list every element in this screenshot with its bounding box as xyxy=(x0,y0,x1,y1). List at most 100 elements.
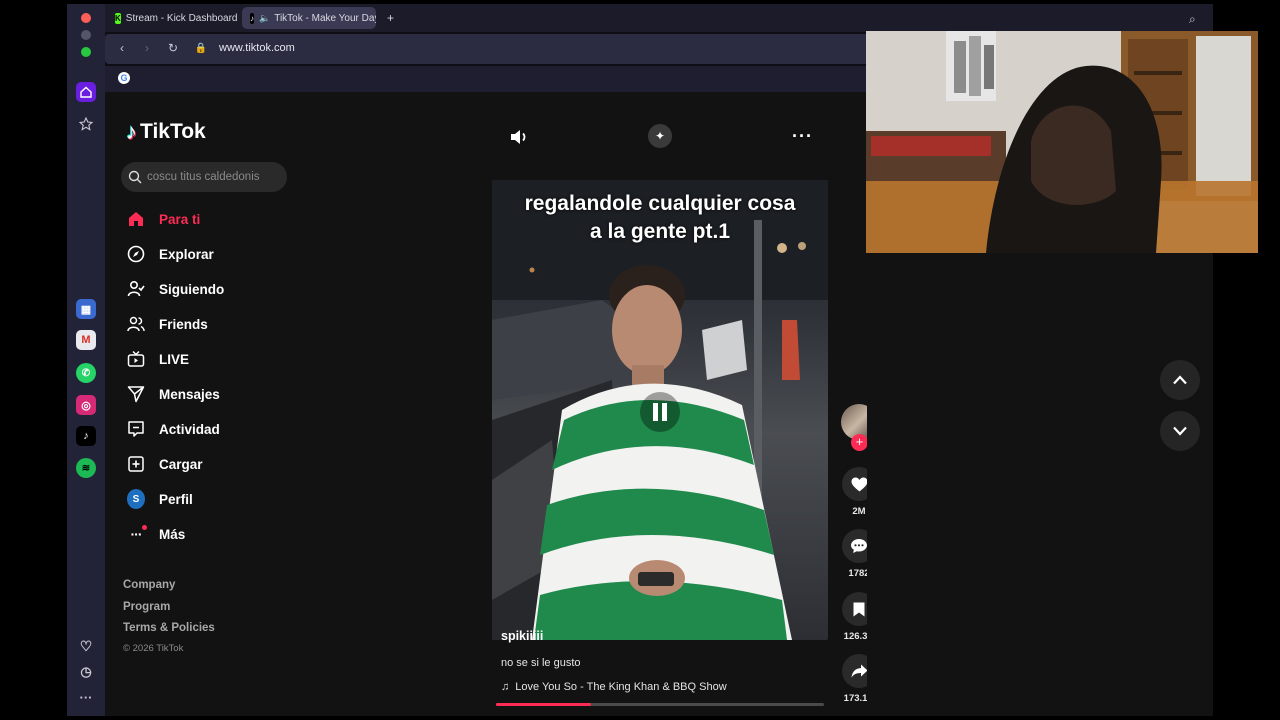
speaker-icon: 🔈 xyxy=(259,12,271,23)
tiktok-icon: ♪ xyxy=(250,12,254,24)
video-caption-overlay: regalandole cualquier cosa a la gente pt… xyxy=(492,190,828,246)
screen: ▦ M ✆ ◎ ♪ ≋ ♡ ◷ ··· K Stream - Kick Dash… xyxy=(0,0,1280,720)
spotify-app-icon[interactable]: ≋ xyxy=(76,458,96,478)
history-icon[interactable]: ◷ xyxy=(76,662,96,682)
search-input[interactable]: coscu titus caldedonis xyxy=(121,162,287,192)
home-icon[interactable] xyxy=(76,82,96,102)
nav-label: Más xyxy=(159,526,186,542)
pause-button[interactable] xyxy=(640,392,680,432)
maximize-window-button[interactable] xyxy=(81,47,91,57)
previous-video-button[interactable] xyxy=(1160,360,1200,400)
instagram-app-icon[interactable]: ◎ xyxy=(76,395,96,415)
whatsapp-app-icon[interactable]: ✆ xyxy=(76,363,96,383)
tab-label: TikTok - Make Your Day xyxy=(274,12,376,24)
music-note-icon: ♫ xyxy=(501,681,510,693)
webcam-feed xyxy=(866,31,1258,253)
google-icon[interactable]: G xyxy=(118,72,130,84)
nav-explore[interactable]: Explorar xyxy=(127,241,214,267)
send-icon xyxy=(127,385,145,403)
nav-label: Actividad xyxy=(159,421,220,437)
nav-upload[interactable]: Cargar xyxy=(127,451,203,477)
browser-sidebar: ▦ M ✆ ◎ ♪ ≋ ♡ ◷ ··· xyxy=(67,4,105,716)
heart-icon[interactable]: ♡ xyxy=(76,636,96,656)
nav-activity[interactable]: Actividad xyxy=(127,416,220,442)
pause-icon xyxy=(653,403,667,421)
sparkle-icon[interactable]: ✦ xyxy=(648,124,672,148)
avatar-initial: S xyxy=(127,489,145,509)
nav-live[interactable]: LIVE xyxy=(127,346,189,372)
url-field[interactable]: www.tiktok.com xyxy=(219,42,295,54)
calendar-app-icon[interactable]: ▦ xyxy=(76,299,96,319)
tab-kick-dashboard[interactable]: K Stream - Kick Dashboard xyxy=(107,7,237,29)
new-tab-button[interactable]: + xyxy=(382,7,402,29)
bookmarks-bar: G xyxy=(105,66,867,92)
reload-icon[interactable]: ↻ xyxy=(166,41,180,55)
nav-label: LIVE xyxy=(159,351,190,367)
volume-icon[interactable] xyxy=(508,126,530,153)
music-title: Love You So - The King Khan & BBQ Show xyxy=(515,681,727,693)
kick-icon: K xyxy=(115,12,121,24)
search-icon xyxy=(128,170,142,184)
more-options-icon[interactable]: ··· xyxy=(792,126,813,147)
tab-label: Stream - Kick Dashboard xyxy=(125,12,237,24)
address-bar: ‹ › ↻ 🔒 www.tiktok.com xyxy=(105,34,867,64)
nav-profile[interactable]: S Perfil xyxy=(127,486,193,512)
nav-more[interactable]: ··· Más xyxy=(127,521,185,547)
nav-for-you[interactable]: Para ti xyxy=(127,206,200,232)
chevron-up-icon xyxy=(1173,375,1187,385)
tab-tiktok[interactable]: ♪ 🔈 TikTok - Make Your Day xyxy=(242,7,376,29)
video-player[interactable]: regalandole cualquier cosa a la gente pt… xyxy=(492,180,828,640)
live-tv-icon xyxy=(127,350,145,368)
nav-friends[interactable]: Friends xyxy=(127,311,208,337)
footer-company-link[interactable]: Company xyxy=(123,579,175,591)
nav-label: Perfil xyxy=(159,491,193,507)
video-progress-track[interactable] xyxy=(496,703,824,706)
nav-label: Mensajes xyxy=(159,386,220,402)
activity-icon xyxy=(127,420,145,438)
video-author[interactable]: spikiiiii xyxy=(501,629,543,643)
compass-icon xyxy=(127,245,145,263)
footer-terms-link[interactable]: Terms & Policies xyxy=(123,622,215,634)
minimize-window-button[interactable] xyxy=(81,30,91,40)
tiktok-logo[interactable]: ♪ TikTok xyxy=(126,119,206,145)
tab-bar: K Stream - Kick Dashboard ♪ 🔈 TikTok - M… xyxy=(105,4,1213,32)
forward-icon[interactable]: › xyxy=(140,41,154,55)
video-progress-fill xyxy=(496,703,592,706)
copyright: © 2026 TikTok xyxy=(123,643,184,654)
star-icon[interactable] xyxy=(76,114,96,134)
upload-icon xyxy=(127,455,145,473)
video-description: no se si le gusto xyxy=(501,657,581,669)
nav-label: Friends xyxy=(159,316,208,332)
next-video-button[interactable] xyxy=(1160,411,1200,451)
more-icon[interactable]: ··· xyxy=(76,687,96,707)
close-window-button[interactable] xyxy=(81,13,91,23)
gmail-app-icon[interactable]: M xyxy=(76,330,96,350)
nav-label: Explorar xyxy=(159,246,214,262)
notification-dot xyxy=(142,525,147,530)
nav-label: Cargar xyxy=(159,456,203,472)
search-tabs-icon[interactable]: ⌕ xyxy=(1189,12,1196,27)
nav-label: Siguiendo xyxy=(159,281,225,297)
tiktok-page: ♪ TikTok coscu titus caldedonis Para ti … xyxy=(105,92,877,716)
search-text: coscu titus caldedonis xyxy=(147,171,260,183)
back-icon[interactable]: ‹ xyxy=(115,41,129,55)
avatar: S xyxy=(127,489,145,509)
nav-messages[interactable]: Mensajes xyxy=(127,381,220,407)
tiktok-app-icon[interactable]: ♪ xyxy=(76,426,96,446)
footer-program-link[interactable]: Program xyxy=(123,601,170,613)
more-dots-icon: ··· xyxy=(127,525,147,543)
friends-icon xyxy=(127,315,145,333)
video-music[interactable]: ♫ Love You So - The King Khan & BBQ Show xyxy=(501,681,727,693)
nav-label: Para ti xyxy=(159,211,201,227)
overlay-line-2: a la gente pt.1 xyxy=(589,220,731,243)
webcam-overlay xyxy=(866,31,1258,253)
brand-name: TikTok xyxy=(140,120,206,143)
home-icon xyxy=(127,210,145,228)
lock-icon: 🔒 xyxy=(194,42,208,54)
chevron-down-icon xyxy=(1173,426,1187,436)
nav-following[interactable]: Siguiendo xyxy=(127,276,224,302)
following-icon xyxy=(127,280,145,298)
follow-plus-icon[interactable]: + xyxy=(851,434,868,451)
overlay-line-1: regalandole cualquier cosa xyxy=(524,192,796,215)
tiktok-logo-icon: ♪ xyxy=(126,119,137,144)
